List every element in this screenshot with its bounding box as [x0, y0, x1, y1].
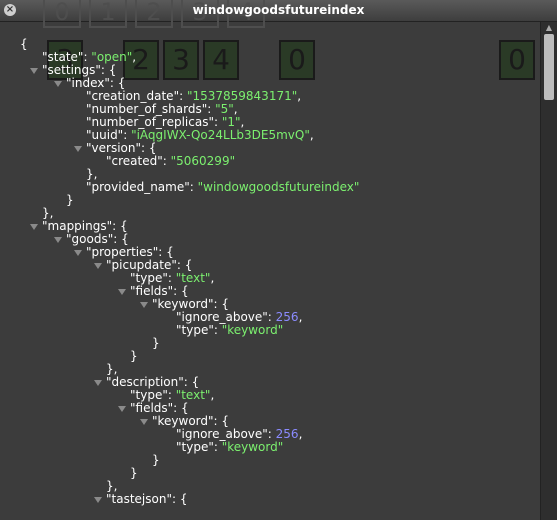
json-token: ,	[210, 388, 215, 402]
json-viewer-window: × windowgoodsfutureindex 01234 323400 {"…	[0, 0, 557, 520]
json-token: "properties": {	[86, 245, 174, 259]
json-token: ,	[297, 89, 302, 103]
json-token: "provided_name":	[86, 180, 198, 194]
collapse-toggle-icon[interactable]	[54, 236, 62, 243]
json-token: ,	[298, 427, 303, 441]
json-token: ,	[309, 128, 314, 142]
json-token: {	[20, 37, 28, 51]
json-token: "state":	[42, 50, 92, 64]
vertical-scrollbar[interactable]: ▲	[540, 22, 557, 520]
json-number-value: 256	[275, 427, 299, 441]
json-token: },	[86, 167, 98, 181]
json-line[interactable]: "tastejson": {	[94, 493, 187, 506]
json-token: "type":	[176, 323, 222, 337]
json-string-value: "open"	[91, 50, 133, 64]
json-line: }	[130, 350, 138, 363]
collapse-toggle-icon[interactable]	[54, 80, 62, 87]
json-token: ,	[298, 310, 303, 324]
json-token: "type":	[176, 440, 222, 454]
json-string-value: "1537859843171"	[186, 89, 298, 103]
json-line: "type": "keyword"	[176, 441, 283, 454]
json-content[interactable]: { "state": "open", "settings": {"index": {…	[0, 22, 541, 520]
json-token: },	[106, 479, 118, 493]
json-string-value: "text"	[175, 388, 211, 402]
json-token: "creation_date":	[86, 89, 187, 103]
collapse-toggle-icon[interactable]	[94, 496, 102, 503]
json-token: }	[66, 193, 74, 207]
json-token: "fields": {	[130, 284, 189, 298]
json-token: ,	[233, 102, 238, 116]
collapse-toggle-icon[interactable]	[118, 405, 126, 412]
collapse-toggle-icon[interactable]	[94, 379, 102, 386]
window-title: windowgoodsfutureindex	[192, 3, 365, 17]
json-token: "settings": {	[42, 63, 117, 77]
scroll-thumb[interactable]	[544, 34, 554, 100]
json-line: }	[152, 337, 160, 350]
collapse-toggle-icon[interactable]	[30, 67, 38, 74]
json-token: }	[152, 453, 160, 467]
json-token: "created":	[106, 154, 171, 168]
json-token: },	[106, 362, 118, 376]
json-token: ,	[132, 50, 137, 64]
json-token: "type":	[130, 271, 176, 285]
json-string-value: "keyword"	[221, 440, 284, 454]
json-token: "mappings": {	[42, 219, 128, 233]
collapse-toggle-icon[interactable]	[74, 145, 82, 152]
json-token: }	[152, 336, 160, 350]
json-token: },	[42, 206, 54, 220]
json-token: "description": {	[106, 375, 200, 389]
collapse-toggle-icon[interactable]	[74, 249, 82, 256]
json-string-value: "text"	[175, 271, 211, 285]
json-string-value: "keyword"	[221, 323, 284, 337]
json-string-value: "iAqgIWX-Qo24LLb3DE5mvQ"	[131, 128, 310, 142]
collapse-toggle-icon[interactable]	[118, 288, 126, 295]
json-line: }	[152, 454, 160, 467]
json-token: "keyword": {	[152, 297, 230, 311]
json-token: }	[130, 466, 138, 480]
json-token: "picupdate": {	[106, 258, 193, 272]
json-line: }	[130, 467, 138, 480]
json-token: "tastejson": {	[106, 492, 188, 506]
json-line: "type": "keyword"	[176, 324, 283, 337]
collapse-toggle-icon[interactable]	[94, 262, 102, 269]
json-token: ,	[240, 115, 245, 129]
json-line: }	[66, 194, 74, 207]
json-token: "fields": {	[130, 401, 189, 415]
json-string-value: "5"	[215, 102, 234, 116]
json-token: "number_of_shards":	[86, 102, 216, 116]
json-token: "ignore_above":	[176, 427, 276, 441]
json-line: "created": "5060299"	[106, 155, 235, 168]
json-token: "keyword": {	[152, 414, 230, 428]
json-token: "number_of_replicas":	[86, 115, 222, 129]
json-number-value: 256	[275, 310, 299, 324]
json-token: "ignore_above":	[176, 310, 276, 324]
json-line: {	[20, 38, 28, 51]
scroll-up-icon[interactable]: ▲	[541, 22, 557, 34]
json-string-value: "windowgoodsfutureindex"	[197, 180, 360, 194]
json-token: "type":	[130, 388, 176, 402]
json-token: "uuid":	[86, 128, 132, 142]
collapse-toggle-icon[interactable]	[30, 223, 38, 230]
json-token: }	[130, 349, 138, 363]
json-string-value: "1"	[221, 115, 241, 129]
collapse-toggle-icon[interactable]	[140, 301, 148, 308]
json-token: ,	[210, 271, 215, 285]
json-line: "provided_name": "windowgoodsfutureindex…	[86, 181, 359, 194]
collapse-toggle-icon[interactable]	[140, 418, 148, 425]
json-token: "index": {	[66, 76, 126, 90]
json-token: "goods": {	[66, 232, 129, 246]
json-string-value: "5060299"	[170, 154, 236, 168]
json-token: "version": {	[86, 141, 157, 155]
